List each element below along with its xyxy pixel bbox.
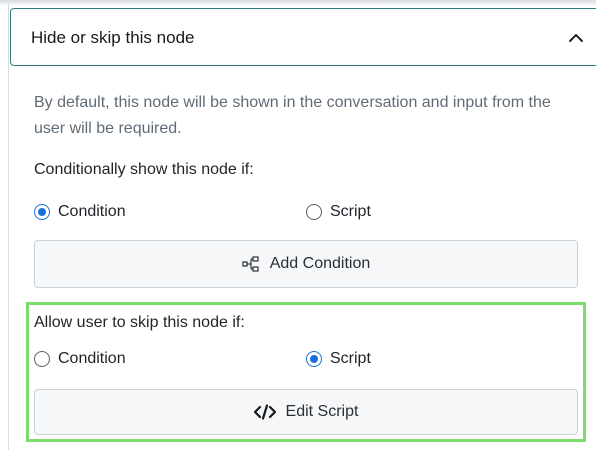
show-radio-condition[interactable]: Condition	[34, 203, 126, 221]
radio-unselected-indicator[interactable]	[306, 204, 322, 220]
skip-radio-script[interactable]: Script	[306, 350, 371, 368]
show-radio-script[interactable]: Script	[306, 203, 371, 221]
radio-selected-indicator[interactable]	[34, 204, 50, 220]
radio-label: Condition	[58, 203, 126, 220]
flow-condition-icon	[242, 256, 260, 272]
skip-radio-condition[interactable]: Condition	[34, 350, 126, 368]
edit-script-button[interactable]: Edit Script	[34, 389, 578, 435]
radio-unselected-indicator[interactable]	[34, 351, 50, 367]
default-description: By default, this node will be shown in t…	[34, 94, 551, 137]
add-condition-button[interactable]: Add Condition	[34, 240, 578, 288]
radio-label: Condition	[58, 350, 126, 367]
skip-condition-label: Allow user to skip this node if:	[34, 314, 245, 331]
section-header-hide-skip[interactable]: Hide or skip this node	[10, 8, 596, 66]
radio-label: Script	[330, 350, 371, 367]
radio-selected-indicator[interactable]	[306, 351, 322, 367]
section-title: Hide or skip this node	[31, 28, 195, 47]
add-condition-label: Add Condition	[269, 255, 371, 272]
radio-label: Script	[330, 203, 371, 220]
chevron-up-icon[interactable]	[565, 27, 587, 49]
code-icon	[253, 404, 276, 420]
edit-script-label: Edit Script	[285, 403, 359, 420]
show-condition-label: Conditionally show this node if:	[34, 161, 254, 178]
